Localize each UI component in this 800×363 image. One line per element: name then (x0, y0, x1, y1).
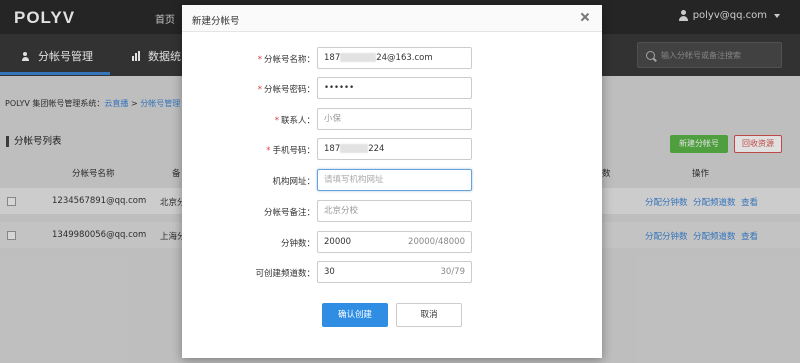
minutes-counter: 20000/48000 (408, 237, 465, 247)
minutes-label: 分钟数： (280, 239, 315, 249)
contact-label: * 联系人： (274, 116, 315, 126)
required-asterisk: * (274, 116, 279, 126)
new-subaccount-dialog: 新建分帐号 * 分帐号名称： 187 24@163.com * 分帐号密码： ••••… (182, 5, 602, 358)
form-row-account-name: * 分帐号名称： 187 24@163.com (182, 47, 602, 69)
channels-label: 可创建频道数： (255, 269, 315, 279)
form-row-phone: * 手机号码： 187 224 (182, 138, 602, 160)
form-row-password: * 分帐号密码： •••••• (182, 77, 602, 99)
form-row-website: 机构网址： 请填写机构网址 (182, 169, 602, 191)
cancel-button[interactable]: 取消 (396, 303, 462, 327)
channels-input[interactable]: 30 30/79 (317, 261, 472, 283)
close-icon[interactable] (580, 12, 590, 22)
note-input[interactable]: 北京分校 (317, 200, 472, 222)
minutes-input[interactable]: 20000 20000/48000 (317, 231, 472, 253)
redacted-mask (340, 53, 377, 62)
confirm-create-button[interactable]: 确认创建 (322, 303, 388, 327)
note-label: 分帐号备注： (263, 208, 315, 218)
password-input[interactable]: •••••• (317, 77, 472, 99)
form-row-channels: 可创建频道数： 30 30/79 (182, 261, 602, 283)
required-asterisk: * (257, 55, 262, 65)
form-row-note: 分帐号备注： 北京分校 (182, 200, 602, 222)
dialog-header: 新建分帐号 (182, 5, 602, 32)
contact-input[interactable]: 小保 (317, 108, 472, 130)
redacted-mask (340, 144, 369, 153)
phone-label: * 手机号码： (266, 146, 315, 156)
account-name-label: * 分帐号名称： (257, 55, 315, 65)
phone-input[interactable]: 187 224 (317, 138, 472, 160)
form-row-minutes: 分钟数： 20000 20000/48000 (182, 231, 602, 253)
website-input[interactable]: 请填写机构网址 (317, 169, 472, 191)
password-label: * 分帐号密码： (257, 85, 315, 95)
channels-counter: 30/79 (440, 267, 466, 277)
website-label: 机构网址： (272, 177, 315, 187)
required-asterisk: * (257, 85, 262, 95)
dialog-title: 新建分帐号 (192, 16, 240, 27)
account-name-input[interactable]: 187 24@163.com (317, 47, 472, 69)
required-asterisk: * (266, 146, 271, 156)
form-row-contact: * 联系人： 小保 (182, 108, 602, 130)
